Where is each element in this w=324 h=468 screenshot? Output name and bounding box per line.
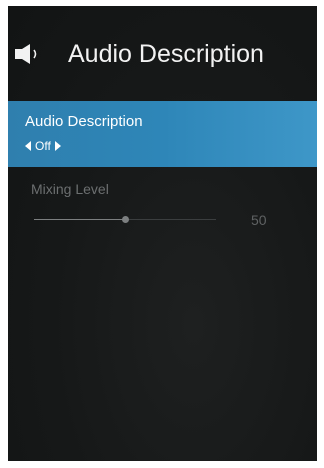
arrow-right-icon[interactable] xyxy=(54,141,61,151)
page-title: Audio Description xyxy=(68,40,264,68)
mixing-level-label: Mixing Level xyxy=(31,181,109,197)
audio-description-value: Off xyxy=(35,139,51,153)
speaker-icon xyxy=(15,44,37,64)
audio-description-row[interactable]: Audio Description Off xyxy=(8,101,317,167)
slider-fill xyxy=(34,219,125,220)
menu-panel: Audio Description Audio Description Off … xyxy=(8,6,317,461)
audio-description-selector[interactable]: Off xyxy=(25,138,61,154)
mixing-level-value: 50 xyxy=(251,212,267,228)
slider-thumb xyxy=(122,216,129,223)
arrow-left-icon[interactable] xyxy=(25,141,31,151)
audio-description-label: Audio Description xyxy=(25,113,143,130)
mixing-level-slider xyxy=(34,214,216,226)
menu-header: Audio Description xyxy=(8,32,317,74)
